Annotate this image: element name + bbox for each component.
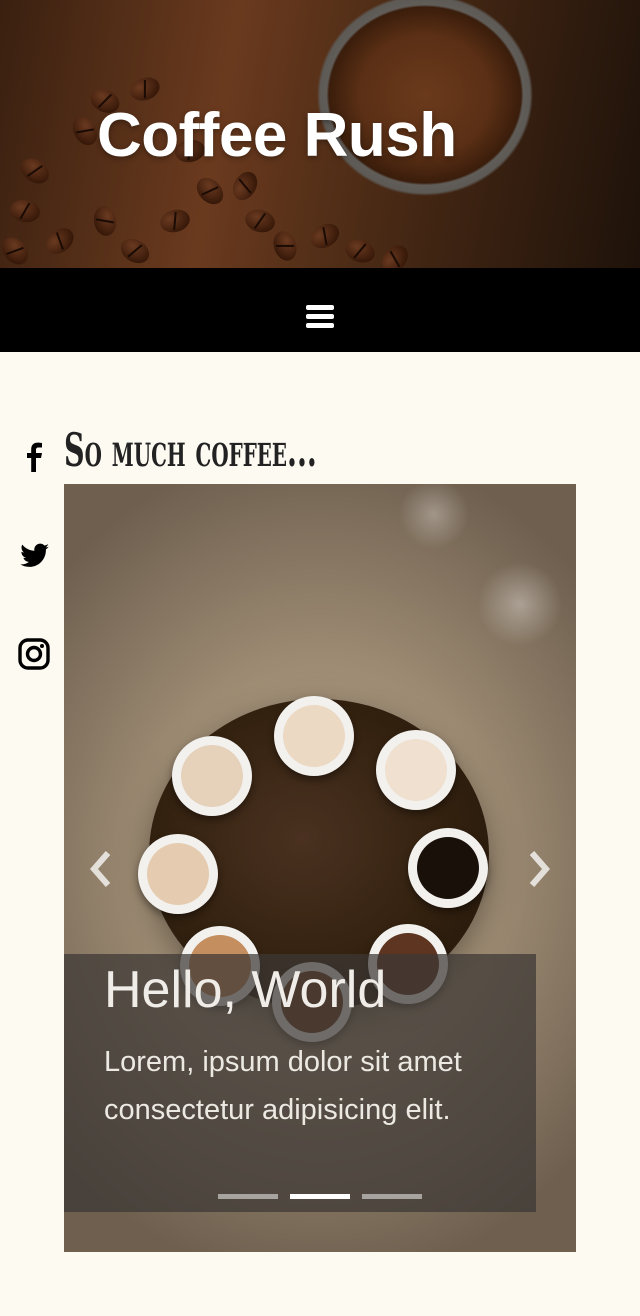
coffee-cup [172, 736, 252, 816]
caption-text: Lorem, ipsum dolor sit amet consectetur … [104, 1046, 462, 1126]
coffee-bean [0, 232, 34, 268]
coffee-cup [408, 828, 488, 908]
facebook-icon[interactable] [14, 436, 54, 476]
carousel-indicator-active[interactable] [290, 1194, 350, 1199]
coffee-bean [41, 222, 79, 260]
carousel-indicator[interactable] [362, 1194, 422, 1199]
coffee-bean [227, 167, 263, 205]
image-carousel[interactable]: Hello, World Lorem, ipsum dolor sit amet… [64, 484, 576, 1252]
coffee-bean [157, 206, 193, 236]
coffee-bean [191, 172, 229, 210]
hero-banner: Coffee Rush [0, 0, 640, 268]
coffee-cup [274, 696, 354, 776]
coffee-bean [376, 240, 414, 268]
chevron-right-icon[interactable] [518, 849, 558, 889]
caption-title: Hello, World [104, 961, 387, 1019]
coffee-bean [306, 218, 344, 254]
coffee-bean [16, 153, 54, 189]
chevron-left-icon[interactable] [82, 849, 122, 889]
coffee-bean [269, 228, 301, 264]
coffee-bean [91, 204, 119, 238]
coffee-bean [116, 233, 154, 268]
coffee-bean [242, 206, 278, 236]
section-title: So much coffee... [64, 423, 317, 477]
site-title: Coffee Rush [97, 101, 457, 170]
coffee-cup [376, 730, 456, 810]
carousel-caption: Hello, World Lorem, ipsum dolor sit amet… [64, 954, 536, 1212]
carousel-indicator[interactable] [218, 1194, 278, 1199]
hamburger-menu-icon[interactable] [306, 305, 334, 329]
instagram-icon[interactable] [14, 634, 54, 674]
twitter-icon[interactable] [14, 536, 54, 576]
coffee-cup [138, 834, 218, 914]
coffee-bean [342, 235, 378, 267]
coffee-bean [8, 197, 42, 225]
